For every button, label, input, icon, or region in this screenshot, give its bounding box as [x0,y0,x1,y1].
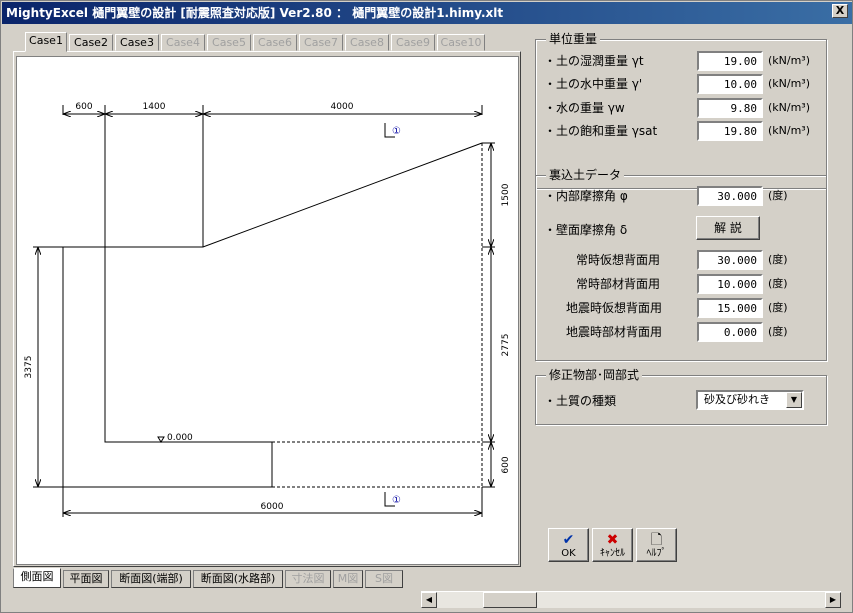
sheet-tab-plan-view[interactable]: 平面図 [63,570,109,588]
scroll-right-icon[interactable]: ▶ [825,592,841,608]
app-window: MightyExcel 樋門翼壁の設計 [耐震照査対応版] Ver2.80 ： … [0,0,853,613]
dim-label-3375: 3375 [24,356,34,379]
tab-case1[interactable]: Case1 [25,32,67,52]
mononobe-okabe-title: 修正物部･岡部式 [546,368,643,382]
tab-case8[interactable]: Case8 [345,34,389,51]
chevron-down-icon[interactable]: ▼ [786,392,802,408]
mononobe-okabe-group: 修正物部･岡部式 ・土質の種類 砂及び砂れき ▼ [535,368,827,425]
window-title: MightyExcel 樋門翼壁の設計 [耐震照査対応版] Ver2.80 ： … [6,6,504,20]
dim-label-600-top: 600 [75,102,92,112]
backfill-group: 裏込土データ ・内部摩擦角 φ 30.000 (度) ・壁面摩擦角 δ 解 説 … [535,168,827,361]
friction-angle-label: ・内部摩擦角 φ [544,189,628,203]
normal-virtual-label: 常時仮想背面用 [576,253,661,267]
dim-label-1500: 1500 [501,183,511,206]
sheet-tab-side-view[interactable]: 側面図 [13,568,61,588]
normal-virtual-input[interactable]: 30.000 [697,250,763,270]
dim-label-2775: 2775 [501,334,511,357]
soil-type-select[interactable]: 砂及び砂れき ▼ [696,390,804,410]
level-label: 0.000 [167,433,193,443]
wet-weight-label: ・土の湿潤重量 γt [544,54,644,68]
submerged-weight-unit: (kN/m³) [768,77,811,90]
close-button[interactable]: X [832,4,848,18]
ok-button[interactable]: ✔ OK [548,528,589,562]
wall-friction-label: ・壁面摩擦角 δ [544,223,628,237]
tab-case2[interactable]: Case2 [69,34,113,51]
tab-case4[interactable]: Case4 [161,34,205,51]
drawing-frame: 600 1400 4000 6000 0.000 1500 2775 600 3… [13,51,521,567]
level-triangle [157,436,165,443]
submerged-weight-label: ・土の水中重量 γ' [544,77,643,91]
explain-button[interactable]: 解 説 [696,216,760,240]
submerged-weight-input[interactable]: 10.00 [697,74,763,94]
sheet-tab-dimension[interactable]: 寸法図 [285,570,331,588]
backfill-title: 裏込土データ [546,168,625,182]
unit-weight-title: 単位重量 [546,32,601,46]
side-view-svg: 600 1400 4000 6000 0.000 1500 2775 600 3… [24,102,511,517]
section-label-top: ① [392,126,401,137]
normal-member-label: 常時部材背面用 [576,277,661,291]
tab-case9[interactable]: Case9 [391,34,435,51]
normal-member-input[interactable]: 10.000 [697,274,763,294]
title-bar: MightyExcel 樋門翼壁の設計 [耐震照査対応版] Ver2.80 ： … [2,2,852,24]
cross-icon: ✖ [606,532,619,548]
wall-top [63,142,483,248]
seismic-member-label: 地震時部材背面用 [566,325,663,339]
wall-inner [104,115,273,487]
friction-angle-unit: (度) [768,189,788,202]
side-view-drawing: 600 1400 4000 6000 0.000 1500 2775 600 3… [16,56,519,565]
cancel-label: ｷｬﾝｾﾙ [600,548,625,559]
sheet-tab-section-end[interactable]: 断面図(端部) [111,570,191,588]
cancel-button[interactable]: ✖ ｷｬﾝｾﾙ [592,528,633,562]
seismic-virtual-input[interactable]: 15.000 [697,298,763,318]
sheet-tab-section-channel[interactable]: 断面図(水路部) [193,570,283,588]
document-icon: 🗋 [650,532,663,548]
wall-outline [62,247,272,488]
tab-case6[interactable]: Case6 [253,34,297,51]
tab-case5[interactable]: Case5 [207,34,251,51]
saturated-weight-input[interactable]: 19.80 [697,121,763,141]
tab-case3[interactable]: Case3 [115,34,159,51]
horizontal-scrollbar[interactable]: ◀ ▶ [421,591,841,608]
scroll-left-icon[interactable]: ◀ [421,592,437,608]
soil-type-value: 砂及び砂れき [704,393,770,406]
sheet-tab-m[interactable]: M図 [333,570,363,588]
wet-weight-unit: (kN/m³) [768,54,811,67]
sheet-tab-s[interactable]: S図 [365,570,403,588]
friction-angle-input[interactable]: 30.000 [697,186,763,206]
section-label-bottom: ① [392,495,401,506]
saturated-weight-label: ・土の飽和重量 γsat [544,124,658,138]
saturated-weight-unit: (kN/m³) [768,124,811,137]
water-weight-label: ・水の重量 γw [544,101,625,115]
scroll-thumb[interactable] [483,592,537,608]
ok-label: OK [561,548,576,559]
soil-type-label: ・土質の種類 [544,394,617,408]
dim-label-4000: 4000 [331,102,354,112]
seismic-virtual-label: 地震時仮想背面用 [566,301,663,315]
dim-label-6000: 6000 [261,502,284,512]
check-icon: ✔ [562,532,575,548]
seismic-virtual-unit: (度) [768,301,788,314]
water-weight-input[interactable]: 9.80 [697,98,763,118]
tab-case7[interactable]: Case7 [299,34,343,51]
dim-label-600-right: 600 [501,456,511,473]
tab-case10[interactable]: Case10 [437,34,485,51]
wet-weight-input[interactable]: 19.00 [697,51,763,71]
water-weight-unit: (kN/m³) [768,101,811,114]
help-button[interactable]: 🗋 ﾍﾙﾌﾟ [636,528,677,562]
seismic-member-unit: (度) [768,325,788,338]
dim-label-1400: 1400 [143,102,166,112]
normal-virtual-unit: (度) [768,253,788,266]
seismic-member-input[interactable]: 0.000 [697,322,763,342]
help-label: ﾍﾙﾌﾟ [646,548,667,559]
normal-member-unit: (度) [768,277,788,290]
base-dashed [272,441,482,488]
unit-weight-group: 単位重量 ・土の湿潤重量 γt 19.00 (kN/m³) ・土の水中重量 γ'… [535,32,827,189]
